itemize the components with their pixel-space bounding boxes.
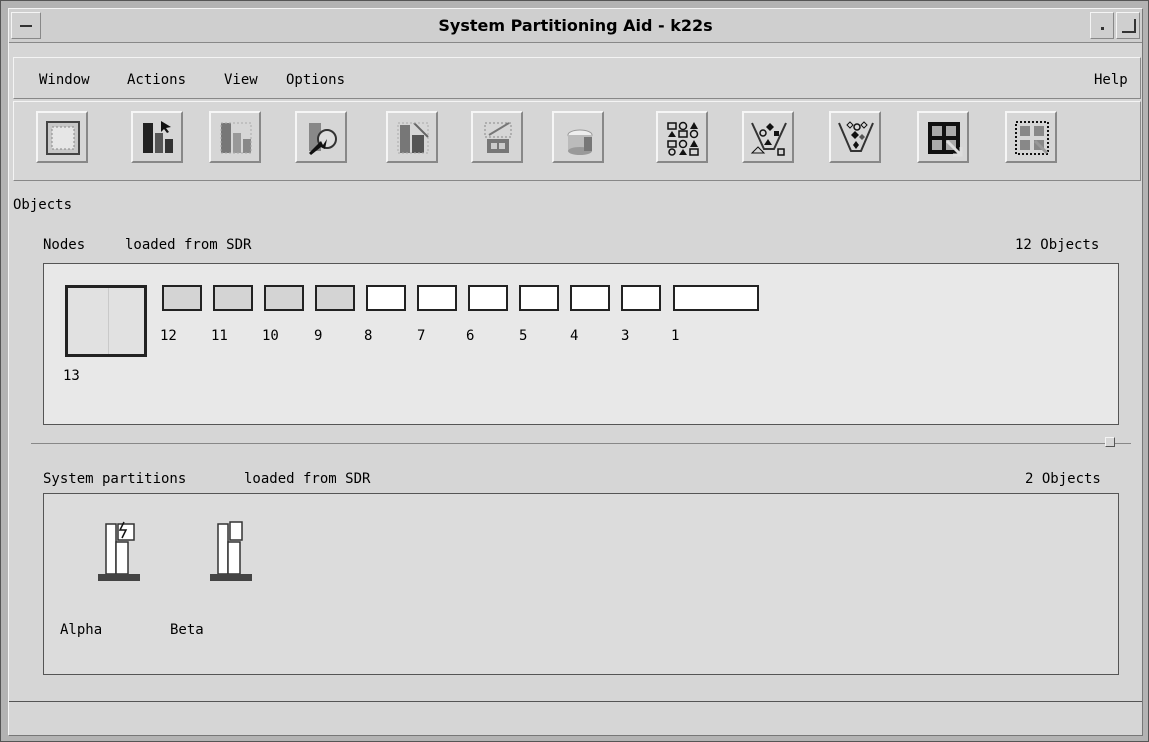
toolbar [13,101,1141,181]
node-8[interactable] [366,285,406,311]
node-group-icon[interactable] [209,111,261,163]
partition-icon [210,521,252,581]
shapes-grid-icon[interactable] [656,111,708,163]
node-6[interactable] [468,285,508,311]
sash-handle[interactable] [1105,437,1115,447]
status-bar [9,701,1142,702]
partitions-source: loaded from SDR [244,471,371,487]
partition-beta-label: Beta [170,622,204,638]
node-13-label: 13 [63,368,80,384]
nodes-count: 12 Objects [1015,237,1100,253]
node-4-label: 4 [570,328,579,344]
partitions-panel: Alpha Beta [43,493,1119,675]
node-3-label: 3 [621,328,630,344]
partition-active-icon [98,521,140,581]
node-12[interactable] [162,285,202,311]
grid-dotted-icon[interactable] [1005,111,1057,163]
node-10[interactable] [264,285,304,311]
node-4[interactable] [570,285,610,311]
node-list-icon[interactable] [386,111,438,163]
node-12-label: 12 [160,328,177,344]
cylinder-icon[interactable] [552,111,604,163]
menu-help[interactable]: Help [1094,72,1128,88]
minimize-button[interactable] [1090,12,1114,39]
node-11[interactable] [213,285,253,311]
shapes-bucket-filled-icon[interactable] [829,111,881,163]
application-window: System Partitioning Aid - k22s Window Ac… [0,0,1149,742]
node-select-icon[interactable] [131,111,183,163]
node-13[interactable] [65,285,147,357]
node-board-icon[interactable] [36,111,88,163]
node-faded-icon[interactable] [471,111,523,163]
node-7[interactable] [417,285,457,311]
shapes-bucket-icon[interactable] [742,111,794,163]
menu-bar: Window Actions View Options Help [13,57,1141,99]
window-title: System Partitioning Aid - k22s [438,16,713,35]
node-8-label: 8 [364,328,373,344]
nodes-heading: Nodes [43,237,86,253]
node-10-label: 10 [262,328,279,344]
node-3[interactable] [621,285,661,311]
menu-actions[interactable]: Actions [127,72,186,88]
menu-window[interactable]: Window [39,72,90,88]
grid-expand-icon[interactable] [917,111,969,163]
node-1[interactable] [673,285,759,311]
partitions-heading: System partitions [43,471,187,487]
objects-heading: Objects [13,197,73,213]
partition-alpha[interactable] [90,518,150,588]
nodes-panel: 13 12 11 10 9 8 7 6 5 4 3 1 [43,263,1119,425]
menu-view[interactable]: View [224,72,258,88]
node-6-label: 6 [466,328,475,344]
node-1-label: 1 [671,328,680,344]
node-9-label: 9 [314,328,323,344]
pane-sash [31,443,1131,444]
node-11-label: 11 [211,328,228,344]
nodes-source: loaded from SDR [125,237,252,253]
menu-options[interactable]: Options [286,72,345,88]
title-bar[interactable]: System Partitioning Aid - k22s [9,9,1142,43]
partition-beta[interactable] [202,518,262,588]
partition-alpha-label: Alpha [60,622,103,638]
node-7-label: 7 [417,328,426,344]
maximize-button[interactable] [1116,12,1140,39]
node-5[interactable] [519,285,559,311]
partitions-count: 2 Objects [1025,471,1101,487]
node-action-icon[interactable] [295,111,347,163]
node-9[interactable] [315,285,355,311]
window-frame: System Partitioning Aid - k22s Window Ac… [8,8,1143,736]
node-5-label: 5 [519,328,528,344]
